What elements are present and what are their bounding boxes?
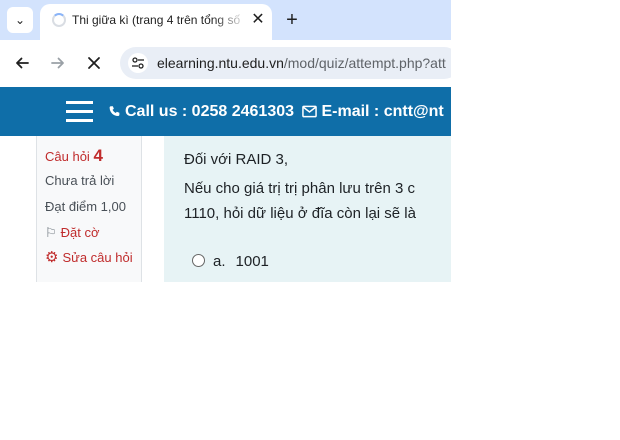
close-icon: ✕ [251,11,265,28]
chevron-down-icon: ⌄ [14,13,26,27]
new-tab-button[interactable]: + [282,8,302,32]
flag-label: Đặt cờ [60,225,100,240]
phone-text: Call us : 0258 2461303 [125,103,295,120]
stop-loading-icon [88,57,100,69]
radio-button[interactable] [192,254,205,267]
question-state: Chưa trả lời [45,173,115,188]
url-host: elearning.ntu.edu.vn [157,55,284,71]
gear-icon: ⚙ [45,249,59,266]
contact-info: Call us : 0258 2461303 E-mail : cntt@nt [108,103,444,121]
answer-text: 1001 [235,253,269,270]
answer-letter: a. [213,253,226,270]
forward-button[interactable] [46,51,70,75]
question-grade: Đạt điểm 1,00 [45,199,126,214]
site-header: Call us : 0258 2461303 E-mail : cntt@nt [0,87,451,136]
tune-icon [132,57,144,69]
question-text-panel: Đối với RAID 3, Nếu cho giá trị trị phân… [164,136,451,282]
url-path: /mod/quiz/attempt.php?att [283,55,446,71]
tab-close-button[interactable]: ✕ [248,9,268,29]
browser-viewport: ⌄ Thi giữa kì (trang 4 trên tổng số ✕ + [0,0,451,282]
flag-question-link[interactable]: ⚐ Đặt cờ [45,225,100,241]
tab-strip: ⌄ Thi giữa kì (trang 4 trên tổng số ✕ + [0,0,451,40]
edit-label: Sửa câu hỏi [62,250,133,265]
question-text-line: Nếu cho giá trị trị phân lưu trên 3 c [184,180,415,197]
question-text-line: Đối với RAID 3, [184,151,289,168]
tab-title: Thi giữa kì (trang 4 trên tổng số [72,13,241,27]
active-tab[interactable]: Thi giữa kì (trang 4 trên tổng số ✕ [40,4,272,40]
phone-icon [109,106,120,116]
url-text: elearning.ntu.edu.vn/mod/quiz/attempt.ph… [157,55,446,71]
answer-option-a[interactable]: a. 1001 [192,253,269,270]
stop-button[interactable] [82,51,106,75]
browser-toolbar: elearning.ntu.edu.vn/mod/quiz/attempt.ph… [0,40,451,87]
question-number: Câu hỏi 4 [45,146,103,166]
flag-icon: ⚐ [45,225,57,240]
hamburger-bar [66,119,93,122]
plus-icon: + [286,8,298,31]
tab-search-button[interactable]: ⌄ [7,7,33,33]
back-button[interactable] [10,51,34,75]
forward-arrow-icon [51,57,64,69]
edit-question-link[interactable]: ⚙ Sửa câu hỏi [45,249,135,267]
loading-spinner-icon [52,13,66,27]
question-number-value: 4 [93,146,103,165]
question-label: Câu hỏi [45,149,90,164]
email-text: E-mail : cntt@nt [321,103,444,120]
question-text-line: 1110, hỏi dữ liệu ở đĩa còn lại sẽ là [184,205,416,222]
address-bar[interactable]: elearning.ntu.edu.vn/mod/quiz/attempt.ph… [120,47,451,79]
hamburger-bar [66,101,93,104]
site-info-button[interactable] [128,53,148,73]
question-info-panel: Câu hỏi 4 Chưa trả lời Đạt điểm 1,00 ⚐ Đặ… [36,136,142,282]
envelope-icon [302,105,318,118]
page-content: Câu hỏi 4 Chưa trả lời Đạt điểm 1,00 ⚐ Đặ… [0,136,451,282]
back-arrow-icon [16,57,29,69]
hamburger-bar [66,110,93,113]
menu-toggle-button[interactable] [66,101,93,123]
